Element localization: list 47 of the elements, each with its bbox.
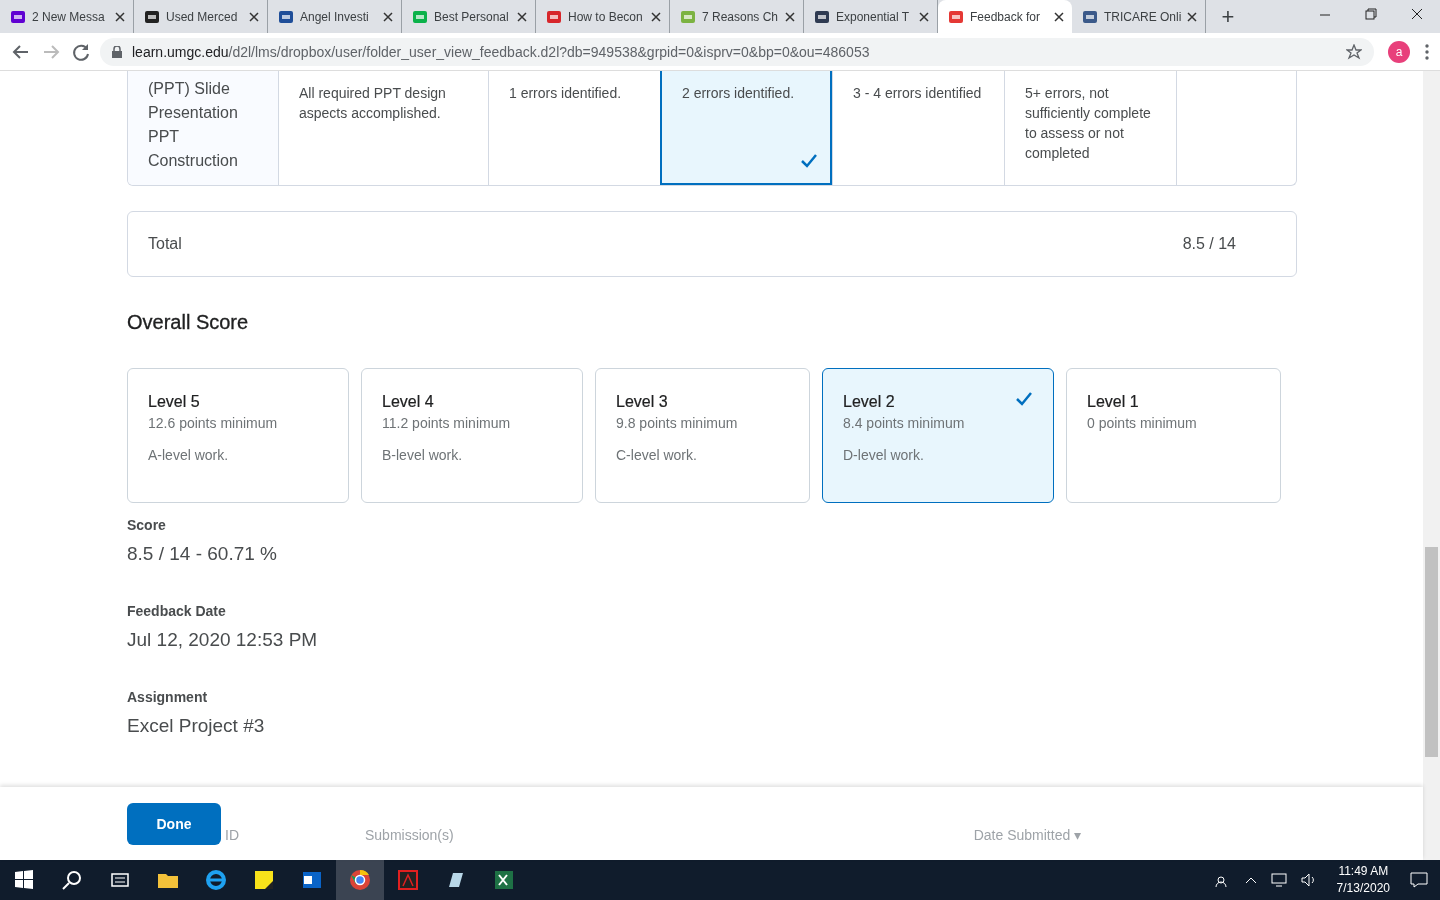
total-label: Total — [148, 235, 182, 253]
level-description: D-level work. — [843, 447, 925, 463]
column-header: Date Submitted — [973, 827, 1071, 843]
field-value: 8.5 / 14 - 60.71 % — [127, 543, 278, 565]
level-name: Level 5 — [148, 393, 200, 411]
total-value: 8.5 / 14 — [1182, 235, 1236, 253]
done-button[interactable]: Done — [127, 803, 221, 845]
browser-tab[interactable]: 2 New Messa — [0, 0, 134, 33]
clock[interactable]: 11:49 AM 7/13/2020 — [1330, 862, 1396, 898]
column-header: Submission(s) — [365, 827, 454, 843]
level-text: All required PPT design aspects accomplished. — [299, 85, 446, 121]
browser-tab[interactable]: Feedback for — [938, 0, 1072, 33]
field-label: Assignment — [127, 689, 209, 705]
level-description: A-level work. — [148, 447, 230, 463]
browser-tab[interactable]: 7 Reasons Ch — [670, 0, 804, 33]
level-name: Level 3 — [616, 393, 668, 411]
level-points: 11.2 points minimum — [382, 415, 512, 431]
level-points: 0 points minimum — [1087, 415, 1198, 431]
level-name: Level 4 — [382, 393, 434, 411]
profile-avatar[interactable]: a — [1388, 40, 1410, 63]
browser-tab[interactable]: Best Personal — [402, 0, 536, 33]
level-name: Level 1 — [1087, 393, 1139, 411]
column-header: ID — [225, 827, 239, 843]
address-bar[interactable]: learn.umgc.edu/d2l/lms/dropbox/user/folder_user_view_feedback.d2l?db=949538&grpid=0&isprv=0&bp=0&ou=486053 — [100, 37, 1374, 66]
browser-tab[interactable]: How to Becon — [536, 0, 670, 33]
url-text: learn.umgc.edu/d2l/lms/dropbox/user/folder_user_view_feedback.d2l?db=949538&grpid=0&isprv=0&bp=0&ou=486053 — [132, 43, 871, 60]
browser-tab[interactable]: TRICARE Onli — [1072, 0, 1206, 33]
level-points: 8.4 points minimum — [843, 415, 966, 431]
criterion-cell: (PPT) Slide Presentation PPT Construction — [128, 71, 278, 185]
field-value: Jul 12, 2020 12:53 PM — [127, 629, 319, 651]
field-label: Feedback Date — [127, 603, 227, 619]
level-text: 5+ errors, not sufficiently complete to assess or not completed — [1025, 85, 1151, 161]
new-tab-button[interactable]: + — [1212, 1, 1244, 33]
field-value: Excel Project #3 — [127, 715, 266, 737]
browser-tab[interactable]: Angel Investi — [268, 0, 402, 33]
section-heading: Overall Score — [127, 311, 250, 334]
browser-tab[interactable]: Exponential T — [804, 0, 938, 33]
level-description: B-level work. — [382, 447, 464, 463]
level-points: 9.8 points minimum — [616, 415, 739, 431]
level-text: 2 errors identified. — [682, 85, 795, 101]
field-label: Score — [127, 517, 167, 533]
browser-tab[interactable]: Used Merced — [134, 0, 268, 33]
level-description: C-level work. — [616, 447, 698, 463]
level-text: 3 - 4 errors identified — [853, 85, 982, 101]
level-name: Level 2 — [843, 393, 895, 411]
level-points: 12.6 points minimum — [148, 415, 279, 431]
level-text: 1 errors identified. — [509, 85, 622, 101]
